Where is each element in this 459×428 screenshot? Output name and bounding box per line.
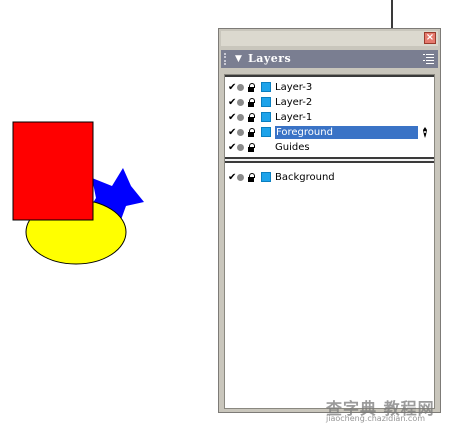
pen-icon bbox=[423, 127, 427, 138]
layer-row[interactable]: ✔ Background bbox=[225, 170, 434, 185]
layer-row[interactable]: ✔ Layer-2 bbox=[225, 95, 434, 110]
separator bbox=[225, 157, 434, 163]
layer-color-swatch bbox=[261, 172, 271, 182]
layer-row-selected[interactable]: ✔ Foreground bbox=[225, 125, 434, 140]
visibility-check-icon[interactable]: ✔ bbox=[228, 170, 236, 185]
panel-titlebar[interactable]: × bbox=[221, 31, 438, 46]
visibility-dot-icon[interactable] bbox=[237, 144, 244, 151]
panel-header[interactable]: ▼ Layers bbox=[221, 50, 438, 68]
red-rectangle-shape[interactable] bbox=[12, 121, 94, 221]
lock-icon[interactable] bbox=[247, 113, 255, 122]
panel-title: Layers bbox=[248, 52, 292, 65]
layer-color-swatch bbox=[261, 82, 271, 92]
visibility-check-icon[interactable]: ✔ bbox=[228, 110, 236, 125]
visibility-check-icon[interactable]: ✔ bbox=[228, 95, 236, 110]
layer-row[interactable]: ✔ Layer-3 bbox=[225, 80, 434, 95]
grip-handle-icon[interactable] bbox=[224, 53, 232, 65]
close-icon[interactable]: × bbox=[424, 32, 436, 44]
visibility-check-icon[interactable]: ✔ bbox=[228, 125, 236, 140]
layer-row[interactable]: ✔ Layer-1 bbox=[225, 110, 434, 125]
options-menu-icon[interactable] bbox=[423, 54, 434, 64]
visibility-dot-icon[interactable] bbox=[237, 99, 244, 106]
visibility-dot-icon[interactable] bbox=[237, 114, 244, 121]
layer-name[interactable]: Layer-1 bbox=[275, 110, 312, 125]
layer-color-swatch bbox=[261, 97, 271, 107]
visibility-check-icon[interactable]: ✔ bbox=[228, 140, 236, 155]
visibility-check-icon[interactable]: ✔ bbox=[228, 80, 236, 95]
collapse-triangle-icon[interactable]: ▼ bbox=[235, 52, 242, 66]
layer-color-swatch bbox=[261, 112, 271, 122]
lock-icon[interactable] bbox=[247, 128, 255, 137]
layers-list: ✔ Layer-3 ✔ Layer-2 ✔ Layer-1 ✔ Foregrou… bbox=[224, 74, 435, 409]
visibility-dot-icon[interactable] bbox=[237, 129, 244, 136]
layer-name[interactable]: Foreground bbox=[275, 126, 418, 139]
lock-icon[interactable] bbox=[247, 173, 255, 182]
layer-name[interactable]: Guides bbox=[275, 140, 310, 155]
lock-icon[interactable] bbox=[247, 143, 255, 152]
layer-row[interactable]: ✔ Guides bbox=[225, 140, 434, 155]
layer-name[interactable]: Layer-2 bbox=[275, 95, 312, 110]
layers-panel: × ▼ Layers ✔ Layer-3 ✔ Layer-2 ✔ Layer-1… bbox=[218, 28, 441, 413]
layer-color-swatch bbox=[261, 127, 271, 137]
layer-name[interactable]: Background bbox=[275, 170, 335, 185]
layer-name[interactable]: Layer-3 bbox=[275, 80, 312, 95]
lock-icon[interactable] bbox=[247, 98, 255, 107]
watermark-url: jiaocheng.chazidian.com bbox=[326, 414, 426, 423]
visibility-dot-icon[interactable] bbox=[237, 174, 244, 181]
lock-icon[interactable] bbox=[247, 83, 255, 92]
vertical-guide-line bbox=[391, 0, 393, 29]
visibility-dot-icon[interactable] bbox=[237, 84, 244, 91]
separator bbox=[225, 75, 434, 77]
